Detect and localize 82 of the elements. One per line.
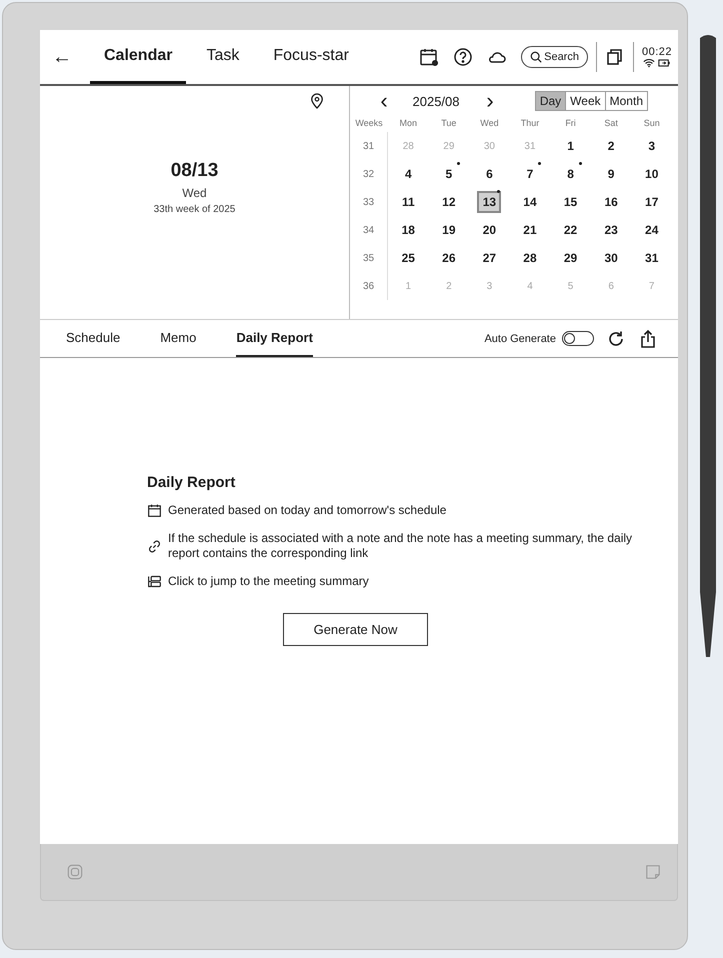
report-title: Daily Report [147, 474, 236, 491]
day-cell[interactable]: 25 [396, 247, 420, 269]
refresh-icon[interactable] [606, 328, 626, 348]
day-cell[interactable]: 30 [599, 247, 624, 269]
day-cell[interactable]: 27 [477, 247, 502, 269]
calendar-icon [147, 503, 162, 518]
weekday-heading: Sun [642, 117, 661, 130]
weekday-heading: Sat [603, 117, 619, 130]
day-cell[interactable]: 20 [477, 219, 502, 241]
weekday-heading: Thur [520, 117, 540, 130]
day-cell[interactable]: 16 [599, 191, 624, 213]
day-cell[interactable]: 5 [436, 163, 461, 185]
back-button[interactable]: ← [50, 42, 74, 72]
generate-now-button[interactable]: Generate Now [283, 613, 428, 646]
view-option[interactable]: Day [536, 92, 566, 110]
nav-tab[interactable]: Focus-star [259, 30, 363, 84]
section-tab[interactable]: Schedule [66, 320, 120, 357]
view-option[interactable]: Month [604, 92, 647, 110]
day-cell[interactable]: 12 [436, 191, 461, 213]
day-cell[interactable]: 29 [558, 247, 583, 269]
copy-icon[interactable] [604, 47, 625, 67]
day-cell[interactable]: 8 [558, 163, 583, 185]
search-icon [530, 51, 542, 63]
info-text: Generated based on today and tomorrow's schedule [168, 503, 448, 518]
day-cell[interactable]: 2 [599, 135, 624, 157]
day-cell[interactable]: 1 [558, 135, 583, 157]
day-cell[interactable]: 14 [518, 191, 542, 213]
weekday-heading: Fri [564, 117, 577, 130]
day-cell[interactable]: 23 [599, 219, 624, 241]
location-pin-icon[interactable] [310, 93, 324, 109]
search-button[interactable]: Search [521, 46, 588, 68]
next-month-button[interactable]: › [480, 91, 500, 111]
week-number: 36 [350, 272, 388, 300]
day-cell[interactable]: 19 [436, 219, 461, 241]
clock-time: 00:22 [642, 46, 672, 58]
weekday-heading: Wed [479, 117, 500, 130]
day-cell[interactable]: 22 [558, 219, 583, 241]
month-label: 2025/08 [412, 94, 460, 108]
info-text: Click to jump to the meeting summary [168, 574, 370, 589]
day-cell[interactable]: 26 [436, 247, 461, 269]
day-cell[interactable]: 31 [640, 247, 664, 269]
day-cell[interactable]: 11 [396, 191, 420, 213]
help-icon[interactable] [453, 47, 474, 67]
week-number: 35 [350, 244, 388, 272]
weekday-heading: Mon [398, 117, 418, 130]
selected-date: 08/13 [170, 160, 218, 182]
section-tab[interactable]: Memo [160, 320, 196, 357]
day-cell[interactable]: 18 [396, 219, 420, 241]
calendar-settings-icon[interactable] [419, 47, 440, 67]
auto-generate-toggle[interactable] [562, 331, 594, 346]
day-cell[interactable]: 7 [518, 163, 542, 185]
day-cell[interactable]: 4 [396, 163, 420, 185]
day-cell[interactable]: 9 [599, 163, 624, 185]
week-of-year-label: 33th week of 2025 [154, 204, 236, 215]
day-cell[interactable]: 21 [518, 219, 542, 241]
share-icon[interactable] [638, 328, 658, 348]
day-cell[interactable]: 13 [477, 191, 502, 213]
week-number: 33 [350, 188, 388, 216]
day-cell[interactable]: 15 [558, 191, 583, 213]
info-text: If the schedule is associated with a note and the note has a meeting summary, the daily report contains the corresponding link [168, 531, 634, 561]
week-number: 32 [350, 160, 388, 188]
day-cell[interactable]: 3 [640, 135, 664, 157]
weeks-heading: Weeks [354, 117, 384, 130]
nav-tab[interactable]: Task [192, 30, 254, 84]
day-cell[interactable]: 10 [640, 163, 664, 185]
list-panel-icon [147, 574, 162, 589]
link-icon [147, 538, 162, 554]
auto-generate-label: Auto Generate [484, 332, 556, 344]
day-cell[interactable]: 28 [518, 247, 542, 269]
section-tab[interactable]: Daily Report [236, 320, 313, 357]
previous-month-button[interactable]: ‹ [374, 91, 394, 111]
view-option[interactable]: Week [565, 92, 605, 110]
nav-tab[interactable]: Calendar [90, 30, 186, 84]
weekday-label: Wed [182, 186, 207, 200]
week-number: 31 [350, 132, 388, 160]
day-cell[interactable]: 17 [640, 191, 664, 213]
wifi-icon [643, 58, 656, 68]
weekday-heading: Tue [440, 117, 458, 130]
day-cell[interactable]: 6 [477, 163, 502, 185]
day-cell[interactable]: 24 [640, 219, 664, 241]
battery-icon [658, 58, 670, 68]
week-number: 34 [350, 216, 388, 244]
